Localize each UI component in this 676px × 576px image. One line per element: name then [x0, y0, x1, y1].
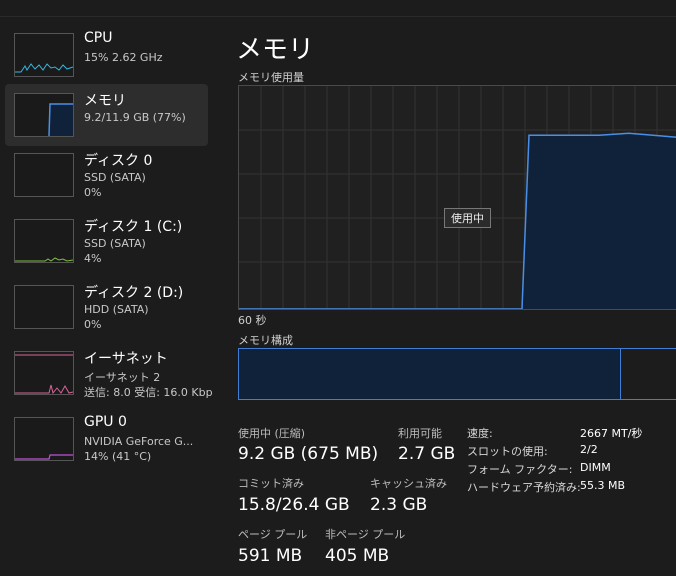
nonpaged-pool-label: 非ページ プール	[325, 528, 406, 541]
sidebar-item-label: GPU 0	[84, 414, 127, 430]
disk-2-thumbnail-graph	[14, 285, 74, 329]
memory-panel: メモリ メモリ使用量 使用中 60 秒 メモリ構成 使用中 (圧縮) 9.2 G…	[214, 17, 676, 576]
page-title: メモリ	[236, 35, 315, 65]
sidebar-item-label: イーサネット	[84, 351, 168, 367]
ethernet-thumbnail-graph	[14, 351, 74, 395]
sidebar-item-usage: 0%	[84, 318, 102, 331]
sidebar-item-label: メモリ	[84, 93, 126, 109]
sidebar-item-label: ディスク 1 (C:)	[84, 219, 183, 235]
composition-available-segment	[621, 349, 676, 399]
committed-value: 15.8/26.4 GB	[238, 495, 350, 515]
sidebar-item-memory[interactable]: メモリ 9.2/11.9 GB (77%)	[5, 84, 208, 146]
sidebar-item-detail: イーサネット 2	[84, 371, 161, 384]
memory-thumbnail-graph	[14, 93, 74, 137]
in-use-label: 使用中 (圧縮)	[238, 427, 306, 440]
paged-pool-label: ページ プール	[238, 528, 308, 541]
disk-1-thumbnail-graph	[14, 219, 74, 263]
sidebar-item-detail: 9.2/11.9 GB (77%)	[84, 111, 186, 124]
cached-value: 2.3 GB	[370, 495, 428, 515]
hardware-reserved-value: 55.3 MB	[580, 479, 626, 492]
cached-label: キャッシュ済み	[370, 477, 447, 490]
usage-area	[522, 133, 676, 309]
disk-0-thumbnail-graph	[14, 153, 74, 197]
sidebar-item-ethernet[interactable]: イーサネット イーサネット 2 送信: 8.0 受信: 16.0 Kbp	[5, 342, 213, 404]
usage-graph-label: メモリ使用量	[238, 71, 304, 84]
sidebar-item-throughput: 送信: 8.0 受信: 16.0 Kbp	[84, 386, 213, 399]
sidebar-item-detail: SSD (SATA)	[84, 171, 146, 184]
available-label: 利用可能	[398, 427, 442, 440]
sidebar-item-usage: 0%	[84, 186, 102, 199]
available-value: 2.7 GB	[398, 444, 456, 464]
committed-label: コミット済み	[238, 477, 304, 490]
usage-tooltip: 使用中	[444, 208, 491, 228]
sidebar-item-label: ディスク 0	[84, 153, 153, 169]
paged-pool-value: 591 MB	[238, 546, 303, 566]
in-use-value: 9.2 GB (675 MB)	[238, 444, 379, 464]
sidebar-item-label: ディスク 2 (D:)	[84, 285, 184, 301]
sidebar-item-label: CPU	[84, 30, 113, 46]
form-factor-value: DIMM	[580, 461, 611, 474]
sidebar-item-gpu[interactable]: GPU 0 NVIDIA GeForce G... 14% (41 °C)	[5, 408, 208, 470]
sidebar-item-detail: 15% 2.62 GHz	[84, 51, 163, 64]
nonpaged-pool-value: 405 MB	[325, 546, 390, 566]
memory-usage-graph[interactable]: 使用中	[238, 85, 676, 310]
sidebar: CPU 15% 2.62 GHz メモリ 9.2/11.9 GB (77%) デ…	[0, 17, 214, 576]
slots-label: スロットの使用:	[467, 445, 548, 458]
hardware-reserved-label: ハードウェア予約済み:	[467, 481, 581, 494]
speed-value: 2667 MT/秒	[580, 427, 643, 440]
cpu-thumbnail-graph	[14, 33, 74, 77]
composition-label: メモリ構成	[238, 334, 293, 347]
graph-time-label: 60 秒	[238, 314, 267, 327]
sidebar-item-disk-1[interactable]: ディスク 1 (C:) SSD (SATA) 4%	[5, 210, 208, 272]
form-factor-label: フォーム ファクター:	[467, 463, 573, 476]
sidebar-item-usage: 4%	[84, 252, 102, 265]
title-bar	[0, 0, 676, 17]
sidebar-item-usage: 14% (41 °C)	[84, 450, 152, 463]
speed-label: 速度:	[467, 427, 493, 440]
memory-composition-bar[interactable]	[238, 348, 676, 400]
sidebar-item-cpu[interactable]: CPU 15% 2.62 GHz	[5, 24, 208, 86]
memory-usage-chart	[239, 86, 676, 309]
gpu-thumbnail-graph	[14, 417, 74, 461]
sidebar-item-detail: HDD (SATA)	[84, 303, 149, 316]
slots-value: 2/2	[580, 443, 598, 456]
sidebar-item-disk-0[interactable]: ディスク 0 SSD (SATA) 0%	[5, 144, 208, 206]
sidebar-item-detail: SSD (SATA)	[84, 237, 146, 250]
sidebar-item-detail: NVIDIA GeForce G...	[84, 435, 194, 448]
sidebar-item-disk-2[interactable]: ディスク 2 (D:) HDD (SATA) 0%	[5, 276, 208, 338]
